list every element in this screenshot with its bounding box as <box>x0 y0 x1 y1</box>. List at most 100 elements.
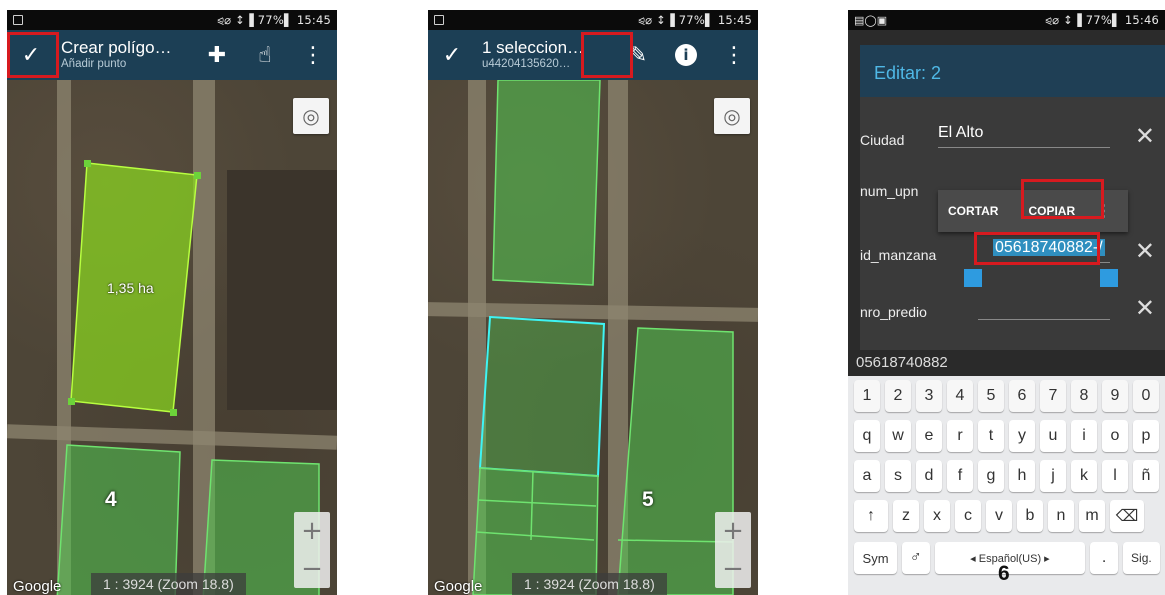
parcel-polygon[interactable] <box>492 80 601 286</box>
period-key[interactable]: . <box>1090 542 1118 574</box>
field-label: nro_predio <box>860 304 927 320</box>
key-char[interactable]: j <box>1040 460 1066 492</box>
space-key[interactable]: ◂ Español(US) ▸ <box>934 542 1086 574</box>
toolbar-title-block: Crear polígo… Añadir punto <box>55 39 193 70</box>
key-char[interactable]: m <box>1079 500 1105 532</box>
zoom-out-button[interactable]: − <box>722 550 744 588</box>
status-bar: ▤◯▣ ⪨⌀ ↕▐ 77%▌ 15:46 <box>848 10 1165 30</box>
key-char[interactable]: 2 <box>885 380 911 412</box>
selection-handle-start[interactable] <box>964 269 982 287</box>
key-backspace[interactable]: ⌫ <box>1110 500 1144 532</box>
cut-button[interactable]: CORTAR <box>938 190 1008 232</box>
key-char[interactable]: p <box>1133 420 1159 452</box>
key-char[interactable]: 4 <box>947 380 973 412</box>
clear-icon[interactable]: ✕ <box>1135 294 1155 322</box>
key-char[interactable]: v <box>986 500 1012 532</box>
edit-attributes-icon[interactable]: ✎ <box>614 30 662 80</box>
overflow-menu-icon[interactable]: ⋮ <box>710 30 758 80</box>
field-input[interactable]: El Alto <box>938 124 1110 148</box>
step-number: 5 <box>642 488 654 511</box>
key-char[interactable]: n <box>1048 500 1074 532</box>
status-indicators: ⪨⌀ ↕▐ 77%▌ 15:45 <box>217 12 331 27</box>
key-char[interactable]: 6 <box>1009 380 1035 412</box>
key-char[interactable]: u <box>1040 420 1066 452</box>
keyboard-row-3: ↑ z x c v b n m ⌫ <box>854 500 1165 538</box>
satellite-map[interactable]: ◎ + − 5 Google 1 : 3924 (Zoom 18.8) <box>428 80 758 595</box>
clear-icon[interactable]: ✕ <box>1135 237 1155 265</box>
toolbar-title: Crear polígo… <box>61 39 172 58</box>
vertex-handle[interactable] <box>194 172 201 179</box>
key-char[interactable]: a <box>854 460 880 492</box>
selection-handle-end[interactable] <box>1100 269 1118 287</box>
status-bar: ⪨⌀ ↕▐ 77%▌ 15:45 <box>428 10 758 30</box>
key-char[interactable]: y <box>1009 420 1035 452</box>
mic-icon[interactable]: ♂ <box>902 542 930 574</box>
map-scale: 1 : 3924 (Zoom 18.8) <box>91 573 246 595</box>
keyboard-suggestion[interactable]: 05618740882 <box>848 350 1165 376</box>
toolbar-subtitle: Añadir punto <box>61 58 127 71</box>
key-char[interactable]: 0 <box>1133 380 1159 412</box>
sym-key[interactable]: Sym <box>854 542 898 574</box>
key-char[interactable]: i <box>1071 420 1097 452</box>
field-input[interactable] <box>978 296 1110 320</box>
info-icon[interactable]: i <box>662 30 710 80</box>
key-char[interactable]: 3 <box>916 380 942 412</box>
move-icon[interactable]: ✚ <box>193 30 241 80</box>
copy-button[interactable]: COPIAR <box>1018 190 1085 232</box>
dialog-title: Editar: 2 <box>860 45 1165 97</box>
satellite-map[interactable]: 1,35 ha ◎ + − 4 Google 1 : 3924 (Zoom 18… <box>7 80 337 595</box>
key-char[interactable]: c <box>955 500 981 532</box>
area-label: 1,35 ha <box>107 280 154 296</box>
key-char[interactable]: ñ <box>1133 460 1159 492</box>
key-char[interactable]: l <box>1102 460 1128 492</box>
zoom-in-button[interactable]: + <box>301 512 323 550</box>
next-key[interactable]: Sig. <box>1122 542 1160 574</box>
key-char[interactable]: q <box>854 420 880 452</box>
confirm-check-icon[interactable]: ✓ <box>7 30 55 80</box>
field-label: Ciudad <box>860 132 905 148</box>
key-char[interactable]: 5 <box>978 380 1004 412</box>
keyboard-row-2: asdfghjklñ <box>854 460 1165 498</box>
key-char[interactable]: o <box>1102 420 1128 452</box>
more-options-icon[interactable]: ⋮ <box>1085 190 1121 232</box>
key-char[interactable]: 1 <box>854 380 880 412</box>
key-shift[interactable]: ↑ <box>854 500 888 532</box>
key-char[interactable]: t <box>978 420 1004 452</box>
clear-icon[interactable]: ✕ <box>1135 122 1155 150</box>
key-char[interactable]: x <box>924 500 950 532</box>
keyboard-row-numbers: 1234567890 <box>854 380 1165 418</box>
selected-parcel[interactable] <box>478 315 606 478</box>
overflow-menu-icon[interactable]: ⋮ <box>289 30 337 80</box>
touch-select-icon[interactable]: ☝ <box>241 30 289 80</box>
toolbar: ✓ Crear polígo… Añadir punto ✚ ☝ ⋮ <box>7 30 337 80</box>
locate-icon[interactable]: ◎ <box>293 98 329 134</box>
zoom-in-button[interactable]: + <box>722 512 744 550</box>
key-char[interactable]: 8 <box>1071 380 1097 412</box>
key-char[interactable]: 9 <box>1102 380 1128 412</box>
vertex-handle[interactable] <box>170 409 177 416</box>
vertex-handle[interactable] <box>68 398 75 405</box>
locate-icon[interactable]: ◎ <box>714 98 750 134</box>
status-bar: ⪨⌀ ↕▐ 77%▌ 15:45 <box>7 10 337 30</box>
key-char[interactable]: w <box>885 420 911 452</box>
toolbar-title-block: 1 seleccion… u44204135620… <box>476 39 614 70</box>
key-char[interactable]: g <box>978 460 1004 492</box>
key-char[interactable]: e <box>916 420 942 452</box>
key-char[interactable]: b <box>1017 500 1043 532</box>
key-char[interactable]: k <box>1071 460 1097 492</box>
polygon-layer <box>56 160 320 595</box>
key-char[interactable]: z <box>893 500 919 532</box>
key-char[interactable]: d <box>916 460 942 492</box>
key-char[interactable]: f <box>947 460 973 492</box>
key-char[interactable]: h <box>1009 460 1035 492</box>
field-input[interactable]: 05618740882-/ <box>993 239 1110 263</box>
vertex-handle[interactable] <box>84 160 91 167</box>
key-char[interactable]: r <box>947 420 973 452</box>
status-indicators: ⪨⌀ ↕▐ 77%▌ 15:45 <box>638 12 752 27</box>
key-char[interactable]: 7 <box>1040 380 1066 412</box>
notification-icon <box>434 15 444 25</box>
zoom-out-button[interactable]: − <box>301 550 323 588</box>
key-char[interactable]: s <box>885 460 911 492</box>
google-logo: Google <box>13 578 62 595</box>
confirm-check-icon[interactable]: ✓ <box>428 30 476 80</box>
